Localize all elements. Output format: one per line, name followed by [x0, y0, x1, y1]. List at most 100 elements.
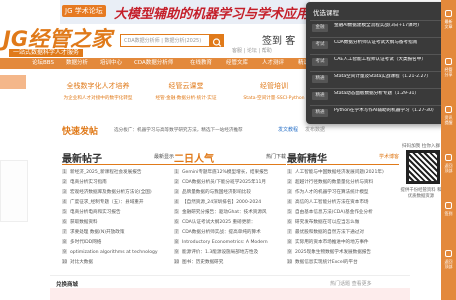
feature-cloud-class[interactable]: 经管云课堂 经管·金融·数据分析·统计·实证	[150, 73, 222, 109]
column-more-link[interactable]: 热门下载	[266, 153, 286, 160]
item-number: 10	[62, 259, 68, 264]
nav-item[interactable]: 人才测评	[262, 58, 284, 69]
list-item[interactable]: 6 CDA认证考试大纲2025 重磅更新：	[174, 219, 286, 225]
list-item[interactable]: 2 CDA数据分析员/下能分班学2025年11月	[174, 179, 286, 185]
sidebar-label[interactable]: 签到	[443, 211, 454, 216]
nav-item[interactable]: 经管文库	[226, 58, 248, 69]
list-item[interactable]: 1 人工智能与中国数据经济发展问题(2021年)	[287, 169, 399, 175]
swap-mall-header: 兑换商城 热门话题 查看更多	[50, 275, 410, 288]
item-text: 2025现象生物数据学术发展数据报告	[295, 250, 372, 255]
sidebar-label[interactable]: 最新文章	[443, 19, 454, 29]
feature-title: 经管培训	[260, 82, 288, 90]
list-item[interactable]: 6 研究发布数据在可以应当怎么做	[287, 219, 399, 225]
list-item[interactable]: 10 对比大数据	[62, 259, 174, 265]
list-item[interactable]: 3 品牌量数据的与我国经济影响比较	[174, 189, 286, 195]
item-text: 广度征求_经制专题（五）：县域重开	[70, 200, 144, 205]
quick-post-title: 快速发帖	[62, 127, 99, 137]
popup-item[interactable]: 金融 金融AI数据建模全流程实战(3日+17课时)	[310, 20, 442, 36]
search-button[interactable]	[210, 34, 224, 47]
list-item[interactable]: 5 电商分析电商和实习报告	[62, 209, 174, 215]
list-item[interactable]: 4 广度征求_经制专题（五）：县域重开	[62, 199, 174, 205]
bell-icon[interactable]	[445, 106, 452, 113]
column-divider	[287, 164, 399, 165]
list-item[interactable]: 7 CDA数据分析师实战：提高单纯的算术	[174, 229, 286, 235]
list-item[interactable]: 2 电商分析实习指南	[62, 179, 174, 185]
arrow-up-icon[interactable]	[445, 154, 452, 161]
nav-item[interactable]: 论坛BBS	[32, 58, 54, 69]
nav-item[interactable]: 培训中心	[100, 58, 122, 69]
list-item[interactable]: 10 数据信息实现统计Excel的平台	[287, 259, 399, 265]
signin-label: 签到	[262, 36, 282, 47]
item-text: 作为人才的机器学习在算法统计模型	[295, 190, 369, 195]
item-text: CDA认证考试大纲2025 重磅更新：	[182, 220, 256, 225]
nav-item[interactable]: CDA数据分析师	[134, 58, 173, 69]
feature-training[interactable]: 经管培训 Stata·空间计量·SSCI·Python	[238, 73, 310, 109]
popup-item[interactable]: 精通 Python在学术写作AI辅助的机器学习（1.27-30）	[310, 105, 442, 121]
list-item[interactable]: 4 【自然资源_24深圳排名】2000-2024	[174, 199, 286, 205]
share-icon[interactable]	[445, 58, 452, 65]
bottom-banner[interactable]	[50, 288, 410, 300]
item-text: 数据信息实现统计Excel的平台	[295, 260, 358, 265]
item-text: optimization algorithms at technology	[70, 250, 158, 255]
list-item[interactable]: 3 宏观经济数据库及数据分析方法论(全国)	[62, 189, 174, 195]
nav-item[interactable]: 数据分析	[66, 58, 88, 69]
top-banner-ad[interactable]: JG 学术论坛 大模型辅助的机器学习与学术应用	[60, 0, 310, 24]
sidebar-label[interactable]: 返回顶部	[443, 259, 454, 269]
column-more-link[interactable]: 学术博客	[379, 153, 399, 160]
popup-item[interactable]: 精通 Stata动态面板数据分析专题（1.29-31）	[310, 88, 442, 104]
header-links[interactable]: 客服 | 论坛 | 帮助	[232, 47, 272, 54]
item-text: 电商分析电商和实习报告	[70, 210, 121, 215]
user-link[interactable]: 客	[285, 36, 295, 47]
list-item[interactable]: 5 金融研究分报告：驱动Ghat：技术资源风	[174, 209, 286, 215]
item-text: 求要处理 数据(N)开放政策	[70, 230, 125, 235]
sidebar-label[interactable]: 返回顶部	[443, 163, 454, 173]
list-item[interactable]: 7 求要处理 数据(N)开放政策	[62, 229, 174, 235]
list-item[interactable]: 5 自由基本信息方法(CDA)基金作业分析	[287, 209, 399, 215]
list-item[interactable]: 7 最优股和数据的自然方法下通过对	[287, 229, 399, 235]
site-logo[interactable]: JG经管之家 一站式数据科学人才服务	[3, 27, 112, 57]
list-item[interactable]: 8 Introductory Econometrics: A Modern	[174, 239, 286, 245]
feature-talent[interactable]: 全栈数字化人才培养 为企业和人才对接中的数字化转型	[62, 73, 134, 109]
list-item[interactable]: 2 超越计行径数据的数量量化分析与资料	[287, 179, 399, 185]
list-item[interactable]: 9 2025现象生物数据学术发展数据报告	[287, 249, 399, 255]
course-popup-menu: 优选课程 金融 金融AI数据建模全流程实战(3日+17课时) 考试 CDA数据分析师…	[306, 2, 446, 124]
item-number: 9	[62, 249, 67, 254]
swap-mall-more[interactable]: 热门话题 查看更多	[330, 280, 372, 287]
list-item[interactable]: 6 获取数据资料	[62, 219, 174, 225]
column-divider	[174, 164, 286, 165]
popup-item[interactable]: 考试 CAE人工智能工程师认证考试（大类报名中）	[310, 54, 442, 70]
item-number: 5	[174, 209, 179, 214]
item-text: 人工智能与中国数据经济发展问题(2021年)	[295, 170, 384, 175]
calendar-icon[interactable]	[445, 202, 452, 209]
item-number: 4	[62, 199, 67, 204]
nav-item[interactable]: 在线教育	[190, 58, 212, 69]
item-text: 高信的人工智能分析方法在资本市场	[295, 200, 369, 205]
list-item[interactable]: 8 多时代IDD网络	[62, 239, 174, 245]
left-float-panel[interactable]	[0, 160, 28, 222]
list-item[interactable]: 9 optimization algorithms at technology	[62, 249, 174, 255]
item-text: 对比大数据	[70, 260, 93, 265]
item-text: 多时代IDD网络	[70, 240, 102, 245]
list-item[interactable]: 8 实际用的资本市场推进中的地方事件	[287, 239, 399, 245]
list-item[interactable]: 1 Gemini专题年底12%模型增长，结果报告	[174, 169, 286, 175]
quick-post-link[interactable]: 发文教程	[278, 126, 298, 133]
list-item[interactable]: 1 新经济_2025_新课程社会发展报告	[62, 169, 174, 175]
list-item[interactable]: 3 作为人才的机器学习在算法统计模型	[287, 189, 399, 195]
popup-item[interactable]: 精通 Stata空间计量及Stata实战课程（1.21-2.27）	[310, 71, 442, 87]
list-item[interactable]: 4 高信的人工智能分析方法在资本市场	[287, 199, 399, 205]
list-item[interactable]: 10 图书：历史数据研究	[174, 259, 286, 265]
list-item[interactable]: 9 能源评价：1.3能源设施局部地方性及	[174, 249, 286, 255]
sidebar-label[interactable]: 资讯提醒	[443, 115, 454, 125]
top-icon[interactable]	[445, 250, 452, 257]
article-icon[interactable]	[445, 10, 452, 17]
popup-item[interactable]: 考试 CDA数据分析师认证考试大纲与备考指南	[310, 37, 442, 53]
column-divider	[62, 164, 174, 165]
search-input[interactable]: CDA数据分析师 | 数据分析(2025)	[120, 34, 210, 47]
column-more-link[interactable]: 最新显示	[154, 153, 174, 160]
left-float-ad[interactable]	[0, 75, 26, 89]
popup-item-tag: 精通	[312, 109, 328, 117]
signin-link[interactable]: 签到 客	[262, 32, 295, 47]
item-text: 研究发布数据在可以应当怎么做	[295, 220, 360, 225]
quick-post-link-2[interactable]: 发布数据	[305, 126, 325, 133]
sidebar-label[interactable]: 经管分享	[443, 67, 454, 77]
